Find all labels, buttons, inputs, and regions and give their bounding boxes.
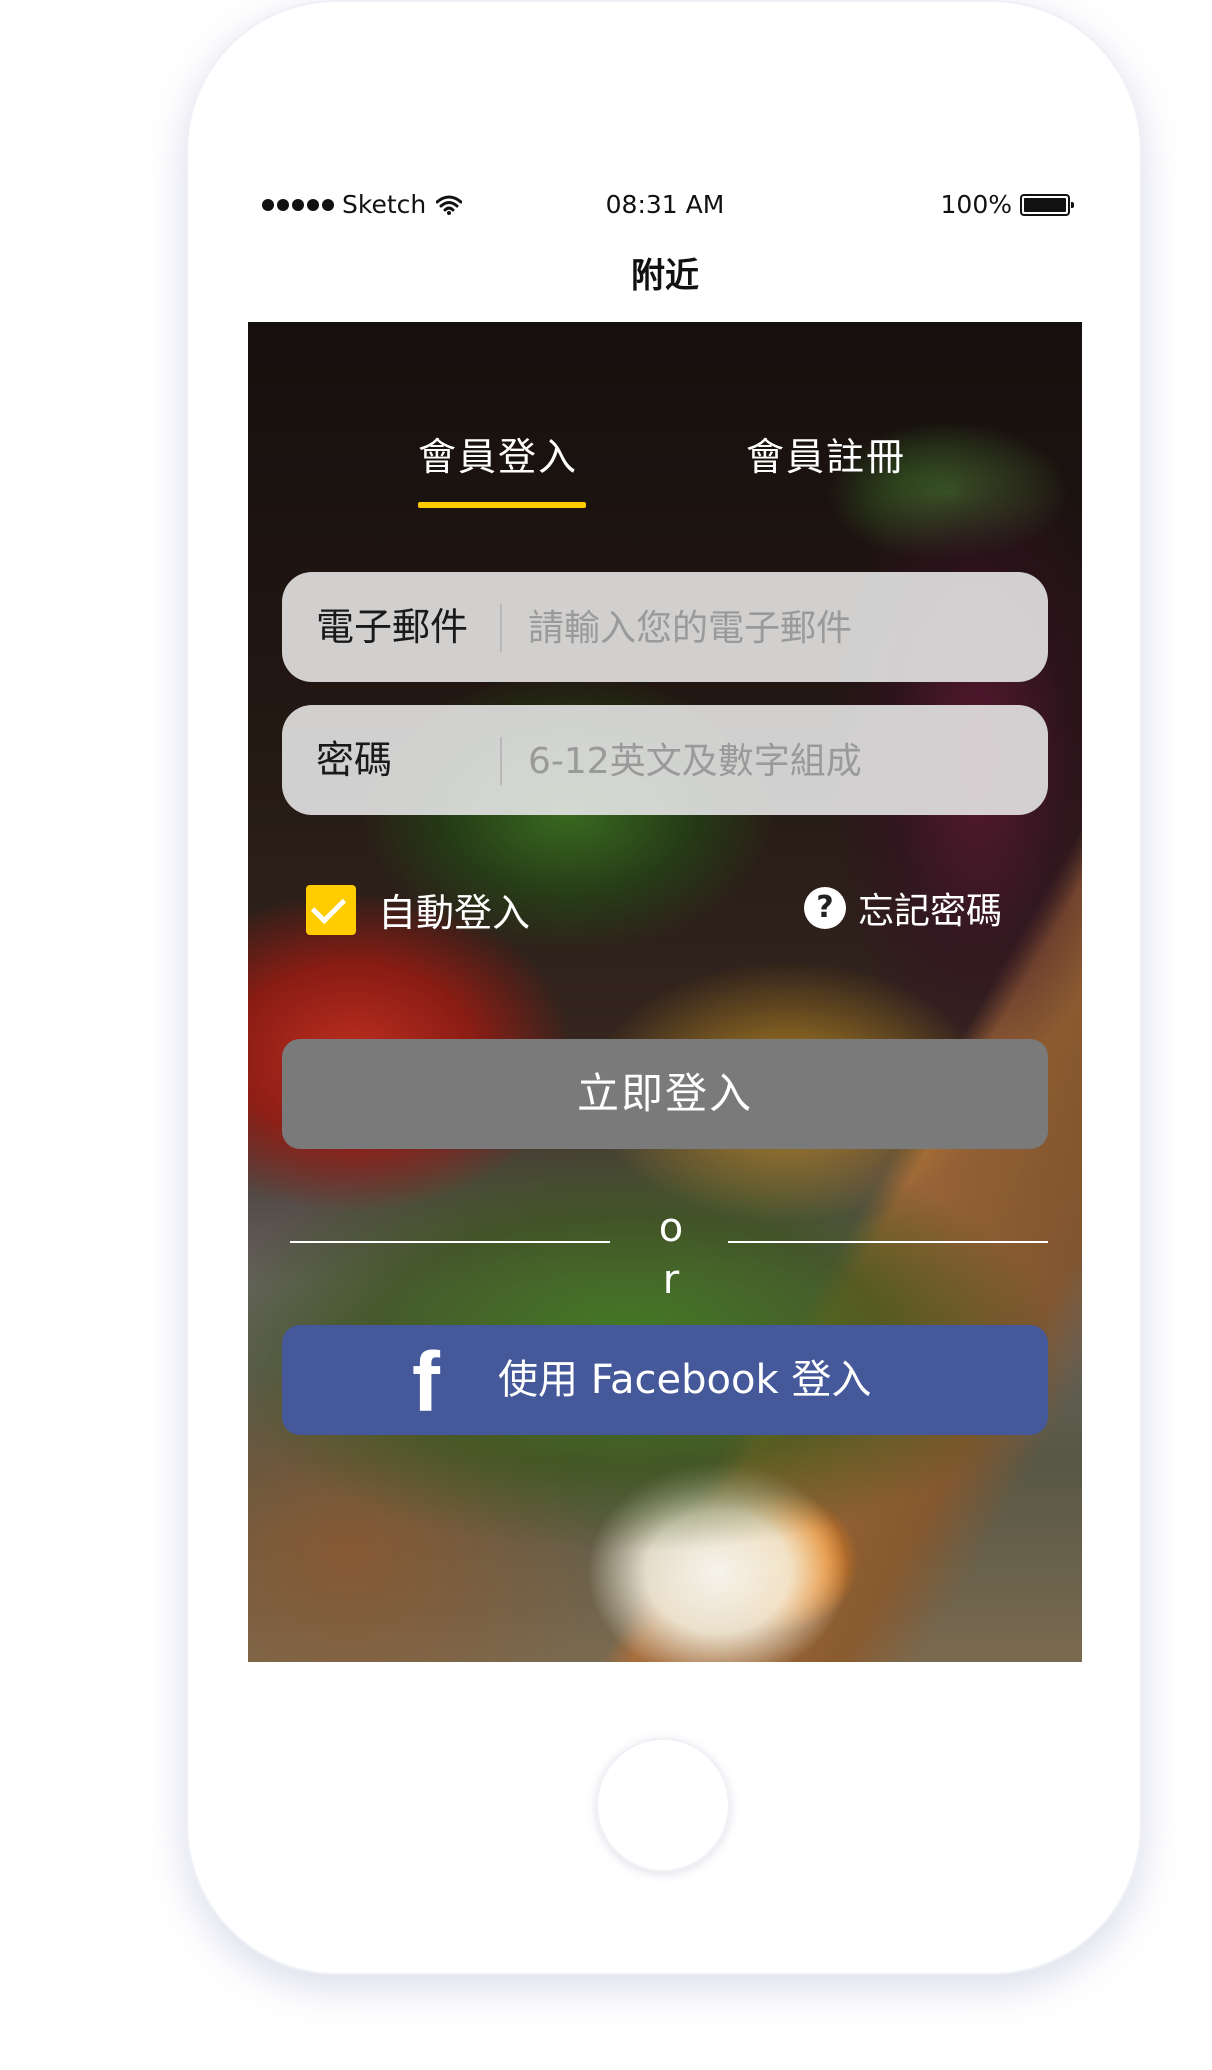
field-divider [500, 737, 502, 785]
home-button[interactable] [596, 1738, 730, 1872]
hero-background-image: 會員登入 會員註冊 電子郵件 密碼 自動登入 ? 忘記密碼 立即登入 or f … [248, 322, 1082, 1662]
checkmark-icon[interactable] [306, 884, 356, 935]
active-tab-indicator [418, 502, 586, 508]
email-input[interactable] [526, 592, 1030, 664]
facebook-login-button[interactable]: f 使用 Facebook 登入 [282, 1325, 1048, 1435]
field-divider [500, 604, 502, 652]
divider-line-left [290, 1241, 610, 1243]
page-title: 附近 [631, 256, 699, 296]
auto-login-label: 自動登入 [378, 891, 531, 935]
password-label: 密碼 [316, 738, 393, 782]
facebook-icon: f [412, 1335, 440, 1429]
or-separator: or [658, 1205, 684, 1303]
forgot-password-link[interactable]: ? 忘記密碼 [804, 882, 1002, 934]
email-field: 電子郵件 [282, 572, 1048, 682]
divider-line-right [728, 1241, 1048, 1243]
email-label: 電子郵件 [316, 605, 469, 649]
forgot-password-label: 忘記密碼 [858, 891, 1003, 932]
auto-login-toggle[interactable]: 自動登入 [306, 882, 530, 937]
status-bar: Sketch 08:31 AM 100% [248, 182, 1082, 232]
battery-percentage: 100% [940, 190, 1012, 219]
tab-member-login[interactable]: 會員登入 [418, 426, 578, 481]
password-field: 密碼 [282, 705, 1048, 815]
help-circle-icon: ? [804, 887, 846, 929]
login-button[interactable]: 立即登入 [282, 1039, 1048, 1149]
password-input[interactable] [526, 725, 1030, 797]
battery-icon [1020, 193, 1074, 216]
status-right: 100% [940, 190, 1074, 219]
facebook-login-label: 使用 Facebook 登入 [498, 1357, 872, 1403]
app-screen: Sketch 08:31 AM 100% 附近 會員登入 會員註冊 電子郵件 請… [248, 182, 1082, 1662]
tab-member-register[interactable]: 會員註冊 [746, 426, 906, 481]
